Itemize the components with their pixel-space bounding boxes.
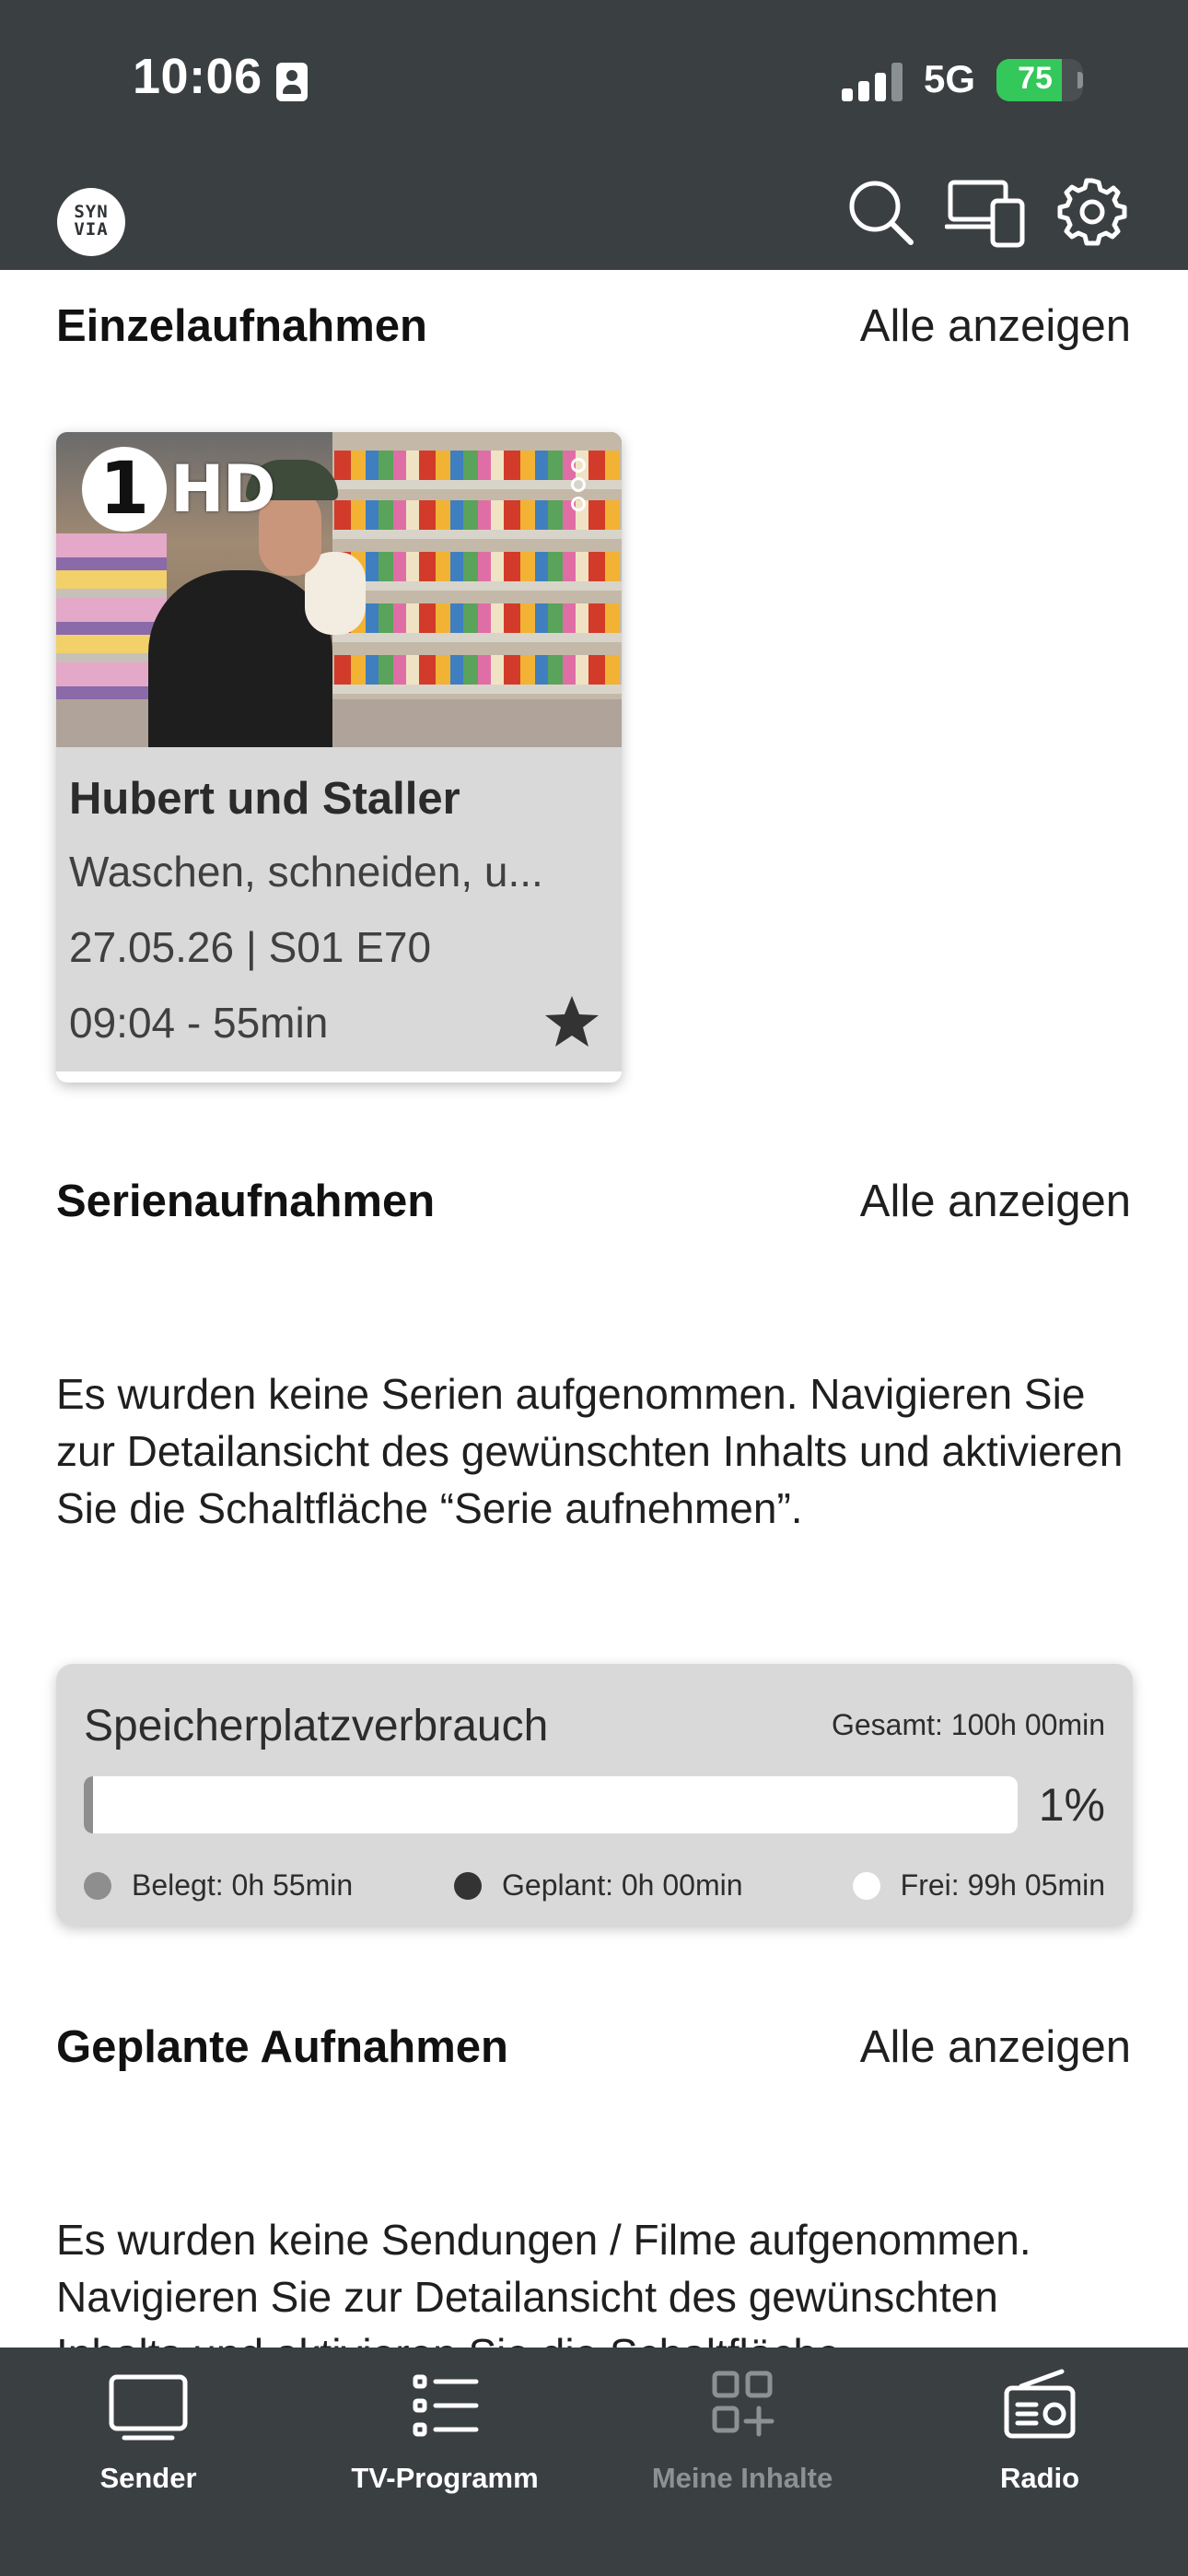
more-options-icon[interactable] [568,458,588,519]
storage-percent: 1% [1038,1779,1105,1831]
used-dot-icon [84,1871,111,1900]
storage-usage-panel: Speicherplatzverbrauch Gesamt: 100h 00mi… [56,1664,1133,1926]
storage-progress-fill [84,1776,94,1833]
recording-episode-title: Waschen, schneiden, u... [69,848,543,896]
star-icon[interactable] [542,992,601,1051]
channel-logo: 1 HD [82,447,276,532]
grid-plus-icon [696,2366,788,2449]
free-dot-icon [852,1871,880,1900]
storage-title: Speicherplatzverbrauch [84,1702,549,1751]
recording-progress-track [56,1071,622,1083]
show-all-planned-recordings-link[interactable]: Alle anzeigen [860,2021,1131,2073]
tab-sender-label: Sender [99,2462,197,2494]
app-header: 10:06 5G 75 SYN VIA [0,0,1188,270]
settings-icon[interactable] [1055,175,1129,249]
signal-strength-icon [842,63,903,101]
tab-radio[interactable]: Radio [891,2366,1188,2495]
radio-icon [994,2366,1086,2449]
devices-icon[interactable] [944,175,1028,249]
recording-card[interactable]: 1 HD Hubert und Staller Waschen, schneid… [56,432,622,1083]
battery-level: 75 [1018,61,1053,96]
show-all-single-recordings-link[interactable]: Alle anzeigen [860,300,1131,352]
recording-time-duration: 09:04 - 55min [69,999,329,1047]
legend-planned-label: Geplant: 0h 00min [502,1868,743,1902]
section-title-series-recordings: Serienaufnahmen [56,1177,436,1226]
series-empty-message: Es wurden keine Serien aufgenommen. Navi… [56,1370,1124,1532]
battery-indicator: 75 [996,59,1083,101]
tab-meine-inhalte[interactable]: Meine Inhalte [594,2366,891,2495]
legend-planned: Geplant: 0h 00min [454,1868,743,1903]
show-all-series-recordings-link[interactable]: Alle anzeigen [860,1176,1131,1227]
planned-dot-icon [454,1871,482,1900]
tab-tv-programm[interactable]: TV-Programm [297,2366,593,2495]
legend-used: Belegt: 0h 55min [84,1868,353,1903]
section-title-planned-recordings: Geplante Aufnahmen [56,2022,508,2072]
recording-thumbnail: 1 HD [56,432,622,747]
tab-sender[interactable]: Sender [0,2366,297,2495]
channel-one-icon: 1 [82,447,167,532]
recording-title: Hubert und Staller [69,774,460,824]
storage-progress-bar [84,1776,1018,1833]
legend-free: Frei: 99h 05min [852,1868,1105,1903]
tab-radio-label: Radio [999,2462,1080,2494]
id-card-icon [276,63,308,101]
status-time: 10:06 [133,49,262,104]
network-type: 5G [924,57,976,100]
channel-hd-label: HD [170,451,276,527]
battery-tip [1077,72,1083,88]
list-icon [399,2366,491,2449]
search-icon[interactable] [844,175,917,249]
tv-icon [102,2366,194,2449]
syn-via-logo[interactable]: SYN VIA [57,188,125,256]
bottom-tab-bar: Sender TV-Programm Meine Inhalte Radio [0,2348,1188,2576]
legend-free-label: Frei: 99h 05min [900,1868,1105,1902]
legend-used-label: Belegt: 0h 55min [132,1868,354,1902]
recording-date-episode: 27.05.26 | S01 E70 [69,923,432,971]
tab-meine-inhalte-label: Meine Inhalte [651,2462,833,2494]
tab-tv-programm-label: TV-Programm [351,2462,539,2494]
section-title-single-recordings: Einzelaufnahmen [56,301,427,351]
storage-total: Gesamt: 100h 00min [831,1708,1105,1741]
